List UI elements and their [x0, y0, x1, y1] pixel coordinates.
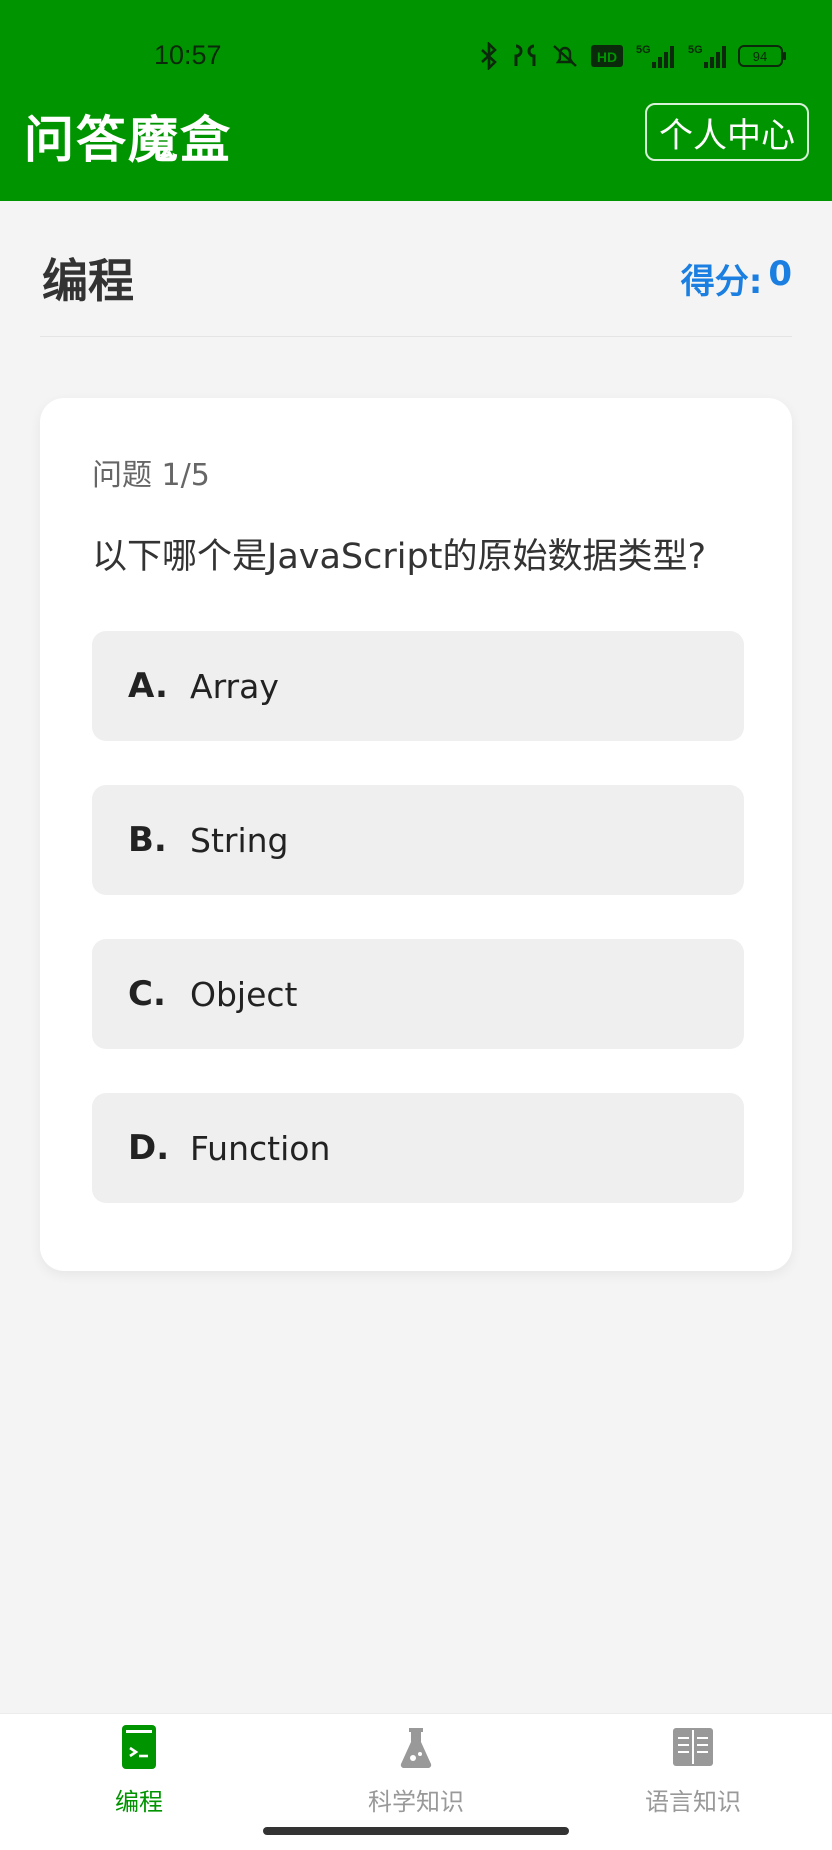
- profile-button[interactable]: 个人中心: [645, 103, 809, 161]
- option-letter: B.: [128, 820, 167, 860]
- battery-level: 94: [753, 49, 767, 64]
- status-time: 10:57: [154, 40, 222, 70]
- signal-icon: 5G: [686, 42, 728, 70]
- status-icons: HD 5G 5G 94: [478, 42, 788, 70]
- mute-icon: [550, 42, 580, 70]
- battery-icon: 94: [738, 43, 788, 69]
- option-text: Object: [190, 974, 298, 1014]
- question-card: 问题 1/5 以下哪个是JavaScript的原始数据类型? A. Array …: [40, 398, 792, 1271]
- signal-icon: 5G: [634, 42, 676, 70]
- option-text: Function: [190, 1128, 331, 1168]
- tab-label: 编程: [115, 1788, 163, 1816]
- option-c[interactable]: C. Object: [92, 939, 744, 1049]
- option-text: Array: [190, 666, 279, 706]
- hd-badge-text: HD: [597, 49, 617, 65]
- option-letter: A.: [128, 666, 168, 706]
- option-letter: D.: [128, 1128, 170, 1168]
- question-text: 以下哪个是JavaScript的原始数据类型?: [92, 537, 707, 577]
- score-value: 0: [768, 254, 792, 294]
- app-title: 问答魔盒: [24, 111, 232, 169]
- option-text: String: [190, 820, 289, 860]
- option-d[interactable]: D. Function: [92, 1093, 744, 1203]
- score-display: 得分: 0: [681, 254, 792, 303]
- tab-science[interactable]: 科学知识: [316, 1724, 516, 1817]
- hd-icon: HD: [590, 43, 624, 69]
- option-a[interactable]: A. Array: [92, 631, 744, 741]
- tab-label: 语言知识: [645, 1788, 741, 1816]
- code-book-icon: [121, 1724, 157, 1770]
- tab-programming[interactable]: 编程: [39, 1724, 239, 1817]
- earbuds-icon: [510, 42, 540, 70]
- question-progress: 问题 1/5: [92, 458, 210, 493]
- option-letter: C.: [128, 974, 166, 1014]
- network-label: 5G: [636, 44, 651, 56]
- bluetooth-icon: [478, 42, 500, 70]
- score-label: 得分:: [680, 262, 763, 302]
- tab-language[interactable]: 语言知识: [593, 1724, 793, 1817]
- divider: [40, 336, 792, 337]
- open-book-icon: [672, 1724, 714, 1770]
- tab-label: 科学知识: [368, 1788, 464, 1816]
- option-b[interactable]: B. String: [92, 785, 744, 895]
- home-indicator[interactable]: [263, 1827, 569, 1835]
- flask-icon: [398, 1724, 434, 1770]
- app-header: 10:57 HD 5G 5G 94 问答魔盒 个人中心: [0, 0, 832, 201]
- network-label: 5G: [688, 44, 703, 56]
- page-title: 编程: [42, 254, 134, 308]
